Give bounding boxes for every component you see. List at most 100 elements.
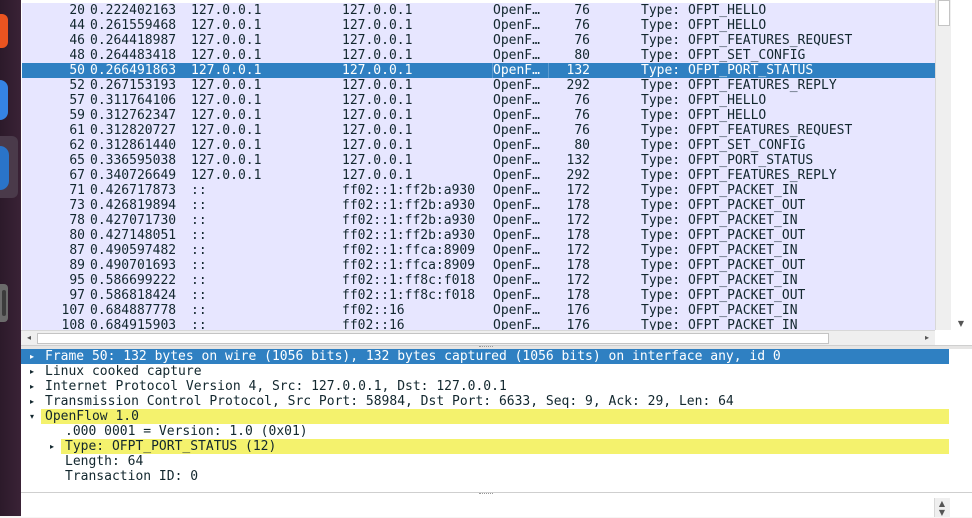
packet-row[interactable]: 67 0.340726649 127.0.0.1 127.0.0.1 OpenF… 292… — [22, 168, 935, 183]
packet-row[interactable]: 95 0.586699222:: ff02::1:ff8c:f018 OpenF… 17… — [22, 273, 935, 288]
dock-app-icon[interactable] — [0, 14, 8, 48]
packet-time: 0.336595038 — [90, 153, 177, 168]
expand-arrow-icon[interactable]: ▸ — [27, 364, 37, 379]
packet-row[interactable]: 89 0.490701693:: ff02::1:ffca:8909 OpenF… 17… — [22, 258, 935, 273]
packet-protocol: OpenF… — [493, 123, 540, 138]
packet-info: Type: OFPT_SET_CONFIG — [641, 138, 806, 153]
packet-source: :: — [191, 273, 207, 288]
packet-info: Type: OFPT_PACKET_IN — [641, 243, 798, 258]
packet-row[interactable]: 46 0.264418987 127.0.0.1 127.0.0.1 OpenF… 76 T… — [22, 33, 935, 48]
packet-source: :: — [191, 258, 207, 273]
detail-tree-item[interactable]: ▸ Type: OFPT_PORT_STATUS (12) — [21, 439, 949, 454]
detail-tree-item[interactable]: ▾ OpenFlow 1.0 — [21, 409, 949, 424]
packet-destination: ff02::16 — [342, 303, 405, 318]
packet-info: Type: OFPT_FEATURES_REPLY — [641, 168, 837, 183]
packet-row[interactable]: 71 0.426717873:: ff02::1:ff2b:a930 OpenF… 17… — [22, 183, 935, 198]
detail-tree-item[interactable]: Length: 64 — [21, 454, 949, 469]
packet-row[interactable]: 61 0.312820727 127.0.0.1 127.0.0.1 OpenF… 76 T… — [22, 123, 935, 138]
packet-time: 0.312762347 — [90, 108, 177, 123]
expand-arrow-icon[interactable]: ▸ — [27, 379, 37, 394]
packet-row[interactable]: 87 0.490597482:: ff02::1:ffca:8909 OpenF… 17… — [22, 243, 935, 258]
packet-row[interactable]: 20 0.222402163 127.0.0.1 127.0.0.1 OpenF… 76 T… — [22, 3, 935, 18]
collapse-arrow-icon[interactable]: ▾ — [27, 409, 37, 424]
packet-row[interactable]: 59 0.312762347 127.0.0.1 127.0.0.1 OpenF… 76 T… — [22, 108, 935, 123]
packet-number: 59 — [69, 108, 85, 123]
packet-info: Type: OFPT_PACKET_OUT — [641, 288, 806, 303]
packet-length: 76 — [574, 93, 590, 108]
packet-row-selected[interactable]: 50 0.266491863 127.0.0.1 127.0.0.1 OpenF… 132… — [22, 63, 935, 78]
packet-destination: 127.0.0.1 — [342, 123, 413, 138]
packet-destination: 127.0.0.1 — [342, 18, 413, 33]
packet-row[interactable]: 78 0.427071730:: ff02::1:ff2b:a930 OpenF… 17… — [22, 213, 935, 228]
packet-length: 76 — [574, 123, 590, 138]
packet-length: 172 — [566, 273, 590, 288]
packet-info: Type: OFPT_PACKET_OUT — [641, 258, 806, 273]
splitter-grip-bottom[interactable] — [479, 493, 493, 496]
packet-number: 107 — [61, 303, 85, 318]
packet-time: 0.311764106 — [90, 93, 177, 108]
packet-length: 132 — [566, 153, 590, 168]
packet-source: :: — [191, 198, 207, 213]
dock-browser-icon[interactable] — [0, 80, 8, 120]
packet-row[interactable]: 62 0.312861440 127.0.0.1 127.0.0.1 OpenF… 80 T… — [22, 138, 935, 153]
packet-destination: 127.0.0.1 — [342, 3, 413, 18]
column-separator — [492, 63, 493, 78]
expand-arrow-icon[interactable]: ▸ — [27, 349, 37, 364]
packet-source: :: — [191, 318, 207, 330]
vertical-scroll-thumb[interactable] — [938, 0, 950, 26]
packet-row[interactable]: 73 0.426819894:: ff02::1:ff2b:a930 OpenF… 17… — [22, 198, 935, 213]
packet-protocol: OpenF… — [493, 63, 540, 78]
packet-row[interactable]: 44 0.261559468 127.0.0.1 127.0.0.1 OpenF… 76 T… — [22, 18, 935, 33]
packet-length: 172 — [566, 243, 590, 258]
detail-tree-item[interactable]: ▸ Internet Protocol Version 4, Src: 127.0… — [21, 379, 949, 394]
bytes-vertical-scrollbar[interactable]: ▲ ▼ — [934, 498, 950, 517]
detail-tree-label: Type: OFPT_PORT_STATUS (12) — [65, 439, 277, 454]
packet-number: 78 — [69, 213, 85, 228]
packet-row[interactable]: 107 0.684887778:: ff02::16 OpenF… 176 Type: O… — [22, 303, 935, 318]
detail-tree-item[interactable]: ▸ Linux cooked capture — [21, 364, 949, 379]
detail-tree-item[interactable]: ▸ Frame 50: 132 bytes on wire (1056 bits)… — [21, 349, 949, 364]
packet-source: 127.0.0.1 — [191, 33, 262, 48]
horizontal-scroll-thumb[interactable] — [37, 333, 829, 344]
packet-source: 127.0.0.1 — [191, 168, 262, 183]
scroll-down-icon[interactable]: ▼ — [936, 507, 948, 518]
column-separator — [548, 63, 549, 78]
packet-number: 95 — [69, 273, 85, 288]
scroll-down-icon[interactable]: ▼ — [955, 318, 967, 329]
packet-length: 76 — [574, 3, 590, 18]
packet-length: 76 — [574, 18, 590, 33]
packet-row[interactable]: 97 0.586818424:: ff02::1:ff8c:f018 OpenF… 17… — [22, 288, 935, 303]
packet-list-pane: 20 0.222402163 127.0.0.1 127.0.0.1 OpenF… 76 T… — [21, 0, 972, 345]
packet-number: 108 — [61, 318, 85, 330]
packet-protocol: OpenF… — [493, 228, 540, 243]
packet-number: 44 — [69, 18, 85, 33]
detail-tree-item[interactable]: ▸ Transmission Control Protocol, Src Port… — [21, 394, 949, 409]
packet-info: Type: OFPT_PACKET_OUT — [641, 228, 806, 243]
expand-arrow-icon[interactable]: ▸ — [47, 439, 57, 454]
packet-list-vertical-scrollbar[interactable] — [935, 0, 951, 330]
packet-row[interactable]: 52 0.267153193 127.0.0.1 127.0.0.1 OpenF… 292… — [22, 78, 935, 93]
packet-row[interactable]: 65 0.336595038 127.0.0.1 127.0.0.1 OpenF… 132… — [22, 153, 935, 168]
packet-time: 0.684915903 — [90, 318, 177, 330]
detail-tree-label: Length: 64 — [65, 454, 144, 469]
packet-info: Type: OFPT_FEATURES_REQUEST — [641, 123, 853, 138]
scroll-right-icon[interactable]: ▸ — [921, 332, 933, 343]
detail-tree-label: Frame 50: 132 bytes on wire (1056 bits),… — [45, 349, 781, 364]
packet-row[interactable]: 108 0.684915903:: ff02::16 OpenF… 176 Type: O… — [22, 318, 935, 330]
packet-list-horizontal-scrollbar[interactable]: ◂ ▸ — [21, 330, 935, 345]
packet-row[interactable]: 57 0.311764106 127.0.0.1 127.0.0.1 OpenF… 76 T… — [22, 93, 935, 108]
dock-files-icon-accent — [2, 290, 6, 316]
detail-tree-item[interactable]: .000 0001 = Version: 1.0 (0x01) — [21, 424, 949, 439]
packet-length: 172 — [566, 183, 590, 198]
detail-tree-item[interactable]: Transaction ID: 0 — [21, 469, 949, 484]
packet-info: Type: OFPT_SET_CONFIG — [641, 48, 806, 63]
packet-row[interactable]: 48 0.264483418 127.0.0.1 127.0.0.1 OpenF… 80 T… — [22, 48, 935, 63]
expand-arrow-icon[interactable]: ▸ — [27, 394, 37, 409]
packet-info: Type: OFPT_HELLO — [641, 3, 767, 18]
packet-row[interactable]: 80 0.427148051:: ff02::1:ff2b:a930 OpenF… 17… — [22, 228, 935, 243]
packet-number: 62 — [69, 138, 85, 153]
packet-info: Type: OFPT_PACKET_IN — [641, 273, 798, 288]
packet-protocol: OpenF… — [493, 78, 540, 93]
scroll-left-icon[interactable]: ◂ — [23, 332, 35, 343]
packet-length: 80 — [574, 138, 590, 153]
